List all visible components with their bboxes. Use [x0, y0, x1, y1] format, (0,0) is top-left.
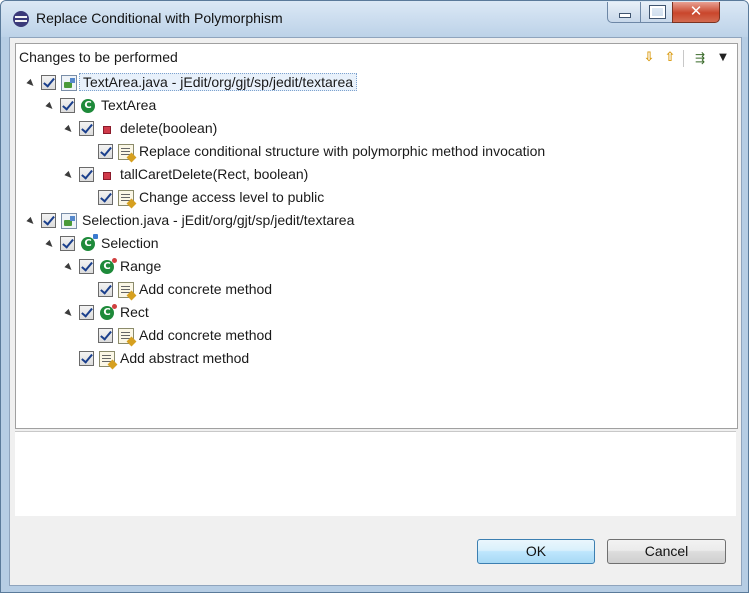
tree-row[interactable]: Replace conditional structure with polym…	[16, 141, 737, 164]
dialog-body: Changes to be performed ⇩ ⇧ ⇶ ▼ TextArea…	[9, 37, 742, 586]
filter-changes-icon[interactable]: ⇶	[692, 50, 708, 66]
tree-item-label: Add concrete method	[139, 281, 273, 297]
collapse-icon[interactable]	[64, 308, 74, 319]
tree-checkbox[interactable]	[41, 75, 56, 90]
tree-item-label: Selection	[101, 235, 159, 251]
changes-panel-title: Changes to be performed	[19, 49, 178, 65]
cancel-button[interactable]: Cancel	[607, 539, 726, 564]
collapse-icon[interactable]	[26, 78, 36, 89]
collapse-icon[interactable]	[64, 262, 74, 273]
tree-row[interactable]: TextArea	[16, 95, 737, 118]
change-details-pane	[15, 431, 736, 516]
collapse-icon[interactable]	[64, 170, 74, 181]
class-icon	[81, 99, 95, 113]
minimize-icon	[619, 13, 631, 18]
tree-row[interactable]: Change access level to public	[16, 187, 737, 210]
tree-checkbox[interactable]	[98, 282, 113, 297]
collapse-icon[interactable]	[26, 216, 36, 227]
inner-class-icon	[100, 258, 117, 274]
ok-button[interactable]: OK	[477, 539, 595, 564]
tree-item-label: tallCaretDelete(Rect, boolean)	[120, 166, 309, 182]
view-menu-icon[interactable]: ▼	[715, 50, 731, 66]
tree-checkbox[interactable]	[60, 236, 75, 251]
tree-item-label: Range	[120, 258, 162, 274]
tree-row[interactable]: Add abstract method	[16, 348, 737, 371]
close-icon: ✕	[689, 2, 703, 20]
tree-row[interactable]: delete(boolean)	[16, 118, 737, 141]
tree-item-label: Change access level to public	[139, 189, 325, 205]
change-icon	[118, 144, 134, 160]
tree-item-label: Replace conditional structure with polym…	[139, 143, 546, 159]
maximize-icon	[649, 5, 666, 19]
change-icon	[118, 190, 134, 206]
tree-checkbox[interactable]	[79, 167, 94, 182]
tree-checkbox[interactable]	[79, 305, 94, 320]
collapse-icon[interactable]	[45, 101, 55, 112]
change-icon	[99, 351, 115, 367]
abstract-class-icon	[81, 234, 98, 251]
tree-checkbox[interactable]	[79, 121, 94, 136]
tree-checkbox[interactable]	[41, 213, 56, 228]
collapse-icon[interactable]	[64, 124, 74, 135]
private-method-icon	[103, 172, 111, 180]
tree-item-label: TextArea.java - jEdit/org/gjt/sp/jedit/t…	[79, 73, 358, 91]
private-method-icon	[103, 126, 111, 134]
tree-row[interactable]: Add concrete method	[16, 325, 737, 348]
toolbar-separator	[683, 50, 684, 67]
tree-checkbox[interactable]	[79, 351, 94, 366]
change-icon	[118, 282, 134, 298]
maximize-button[interactable]	[640, 2, 673, 23]
tree-item-label: TextArea	[101, 97, 157, 113]
tree-item-label: Add abstract method	[120, 350, 250, 366]
tree-checkbox[interactable]	[60, 98, 75, 113]
eclipse-icon	[13, 11, 29, 27]
java-file-icon	[61, 213, 77, 229]
tree-row[interactable]: Selection	[16, 233, 737, 256]
tree-item-label: Rect	[120, 304, 149, 320]
tree-row[interactable]: Selection.java - jEdit/org/gjt/sp/jedit/…	[16, 210, 737, 233]
title-bar[interactable]: Replace Conditional with Polymorphism ✕	[1, 1, 748, 37]
close-button[interactable]: ✕	[672, 2, 720, 23]
tree-item-label: delete(boolean)	[120, 120, 218, 136]
tree-item-label: Add concrete method	[139, 327, 273, 343]
tree-row[interactable]: TextArea.java - jEdit/org/gjt/sp/jedit/t…	[16, 72, 737, 95]
next-change-icon[interactable]: ⇩	[641, 50, 657, 66]
tree-checkbox[interactable]	[98, 328, 113, 343]
window-title: Replace Conditional with Polymorphism	[36, 10, 283, 26]
tree-item-label: Selection.java - jEdit/org/gjt/sp/jedit/…	[82, 212, 355, 228]
change-icon	[118, 328, 134, 344]
tree-row[interactable]: Range	[16, 256, 737, 279]
dialog-window: Replace Conditional with Polymorphism ✕ …	[0, 0, 749, 593]
minimize-button[interactable]	[607, 2, 641, 23]
tree-checkbox[interactable]	[98, 144, 113, 159]
changes-panel: Changes to be performed ⇩ ⇧ ⇶ ▼ TextArea…	[15, 43, 738, 429]
tree-row[interactable]: Rect	[16, 302, 737, 325]
tree-row[interactable]: Add concrete method	[16, 279, 737, 302]
java-file-icon	[61, 75, 77, 91]
changes-panel-header: Changes to be performed ⇩ ⇧ ⇶ ▼	[16, 44, 737, 72]
tree-checkbox[interactable]	[79, 259, 94, 274]
tree-checkbox[interactable]	[98, 190, 113, 205]
collapse-icon[interactable]	[45, 239, 55, 250]
inner-class-icon	[100, 304, 117, 320]
previous-change-icon[interactable]: ⇧	[662, 50, 678, 66]
tree-row[interactable]: tallCaretDelete(Rect, boolean)	[16, 164, 737, 187]
